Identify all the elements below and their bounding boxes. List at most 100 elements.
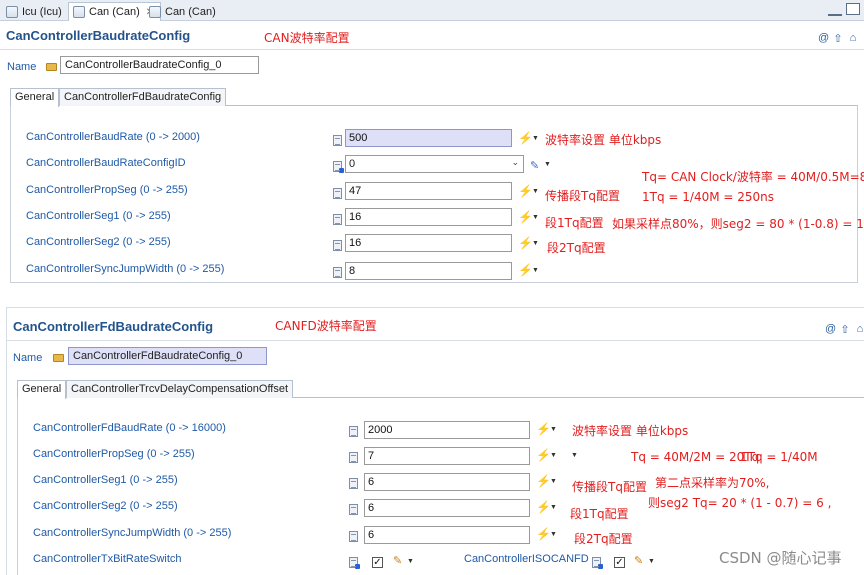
- chevron-down-icon[interactable]: ▼: [532, 240, 539, 247]
- tab-general[interactable]: General: [10, 88, 60, 107]
- param-label-seg2: CanControllerSeg2 (0 -> 255): [26, 236, 171, 248]
- chevron-down-icon[interactable]: ▼: [550, 452, 557, 459]
- note-fd-seg2-formula: 则seg2 Tq= 20 * (1 - 0.7) = 6 ,: [648, 496, 832, 510]
- home-icon[interactable]: ⌂: [855, 323, 864, 336]
- param-file-icon: [349, 504, 358, 515]
- seg1-field[interactable]: [364, 473, 530, 491]
- param-label-tx-bit-rate-switch: CanControllerTxBitRateSwitch: [33, 553, 182, 565]
- sync-jump-width-field[interactable]: [345, 262, 512, 280]
- chevron-down-icon[interactable]: ▼: [532, 214, 539, 221]
- param-label-iso-canfd: CanControllerISOCANFD: [464, 553, 589, 565]
- watermark: CSDN @随心记事: [719, 549, 842, 567]
- pick-icon[interactable]: ⚡: [518, 236, 533, 250]
- pick-icon[interactable]: ⚡: [518, 263, 533, 277]
- chevron-down-icon[interactable]: ▼: [550, 426, 557, 433]
- name-field[interactable]: [68, 347, 267, 365]
- pick-icon[interactable]: ⚡: [536, 422, 551, 436]
- chevron-down-icon[interactable]: ▼: [550, 478, 557, 485]
- annotation-canfd-baudrate: CANFD波特率配置: [275, 319, 377, 333]
- param-file-icon: [333, 214, 342, 225]
- note-fd-seg2: 段2Tq配置: [574, 532, 633, 546]
- param-file-icon: [349, 452, 358, 463]
- baudrate-field[interactable]: [345, 129, 512, 147]
- baudrate-config-id-select[interactable]: 0 ⌄: [345, 155, 524, 173]
- tab-fd-baudrate-config[interactable]: CanControllerFdBaudrateConfig: [59, 88, 227, 106]
- param-file-icon: [349, 531, 358, 542]
- seg1-field[interactable]: [345, 208, 512, 226]
- param-label-baudrate: CanControllerBaudRate (0 -> 2000): [26, 131, 200, 143]
- chevron-down-icon[interactable]: ▼: [550, 531, 557, 538]
- param-label-fd-baudrate: CanControllerFdBaudRate (0 -> 16000): [33, 422, 226, 434]
- seg2-field[interactable]: [364, 499, 530, 517]
- note-fd-tq1: 1Tq = 1/40M: [740, 450, 818, 464]
- pick-icon[interactable]: ⚡: [518, 210, 533, 224]
- param-label-sync-jump-width: CanControllerSyncJumpWidth (0 -> 255): [33, 527, 232, 539]
- param-label-seg1: CanControllerSeg1 (0 -> 255): [33, 474, 178, 486]
- module-icon: [149, 5, 161, 18]
- note-baudrate: 波特率设置 单位kbps: [545, 133, 662, 147]
- propseg-field[interactable]: [345, 182, 512, 200]
- param-file-icon: [333, 267, 342, 278]
- param-file-icon: [333, 240, 342, 251]
- seg2-field[interactable]: [345, 234, 512, 252]
- param-label-propseg: CanControllerPropSeg (0 -> 255): [26, 184, 188, 196]
- note-tq: Tq= CAN Clock/波特率 = 40M/0.5M=80Tq: [642, 170, 864, 184]
- param-file-icon: [333, 161, 344, 173]
- note-fd-baudrate: 波特率设置 单位kbps: [572, 424, 689, 438]
- note-fd-propseg: 传播段Tq配置: [572, 480, 647, 494]
- pick-icon[interactable]: ⚡: [536, 500, 551, 514]
- chevron-down-icon[interactable]: ▼: [571, 452, 578, 459]
- note-tq1: 1Tq = 1/40M = 250ns: [642, 190, 775, 204]
- editor-tab-label: Can (Can): [165, 5, 216, 18]
- pick-icon[interactable]: ⚡: [536, 527, 551, 541]
- sync-jump-width-field[interactable]: [364, 526, 530, 544]
- page-title: CanControllerFdBaudrateConfig: [13, 319, 214, 334]
- chevron-down-icon[interactable]: ▼: [532, 188, 539, 195]
- iso-canfd-checkbox[interactable]: ✓: [614, 557, 625, 568]
- tab-trcv-delay-compensation-offset[interactable]: CanControllerTrcvDelayCompensationOffset: [66, 380, 294, 398]
- param-label-seg1: CanControllerSeg1 (0 -> 255): [26, 210, 171, 222]
- pick-icon[interactable]: ⚡: [536, 448, 551, 462]
- edit-icon[interactable]: ✎: [530, 159, 539, 172]
- home-icon[interactable]: ⌂: [848, 32, 858, 45]
- tx-bit-rate-switch-checkbox[interactable]: ✓: [372, 557, 383, 568]
- pick-icon[interactable]: ⚡: [536, 474, 551, 488]
- chevron-down-icon[interactable]: ▼: [532, 267, 539, 274]
- maximize-icon[interactable]: [846, 3, 860, 15]
- editor-tab-bar: Icu (Icu) Can (Can) ✕ Can (Can): [0, 0, 864, 21]
- fd-baudrate-config-panel: CanControllerFdBaudrateConfig CANFD波特率配置…: [6, 307, 864, 575]
- folder-icon: [53, 354, 64, 362]
- fd-baudrate-field[interactable]: [364, 421, 530, 439]
- page-title: CanControllerBaudrateConfig: [6, 28, 191, 43]
- propseg-field[interactable]: [364, 447, 530, 465]
- chevron-down-icon[interactable]: ▼: [544, 161, 551, 168]
- minimize-icon[interactable]: [828, 4, 842, 16]
- name-label: Name: [7, 61, 37, 73]
- editor-tab-label: Icu (Icu): [22, 5, 62, 18]
- divider: [0, 49, 864, 50]
- chevron-down-icon[interactable]: ▼: [550, 504, 557, 511]
- help-icon[interactable]: @: [818, 32, 829, 45]
- edit-icon[interactable]: ✎: [634, 554, 643, 567]
- name-label: Name: [13, 352, 43, 364]
- edit-icon[interactable]: ✎: [393, 554, 402, 567]
- name-field[interactable]: [60, 56, 259, 74]
- annotation-can-baudrate: CAN波特率配置: [264, 31, 350, 45]
- tab-general[interactable]: General: [17, 380, 67, 399]
- module-icon: [6, 5, 18, 18]
- pick-icon[interactable]: ⚡: [518, 131, 533, 145]
- folder-icon: [46, 63, 57, 71]
- up-icon[interactable]: ⇧: [840, 323, 850, 336]
- chevron-down-icon[interactable]: ▼: [532, 135, 539, 142]
- param-file-icon: [592, 557, 603, 569]
- chevron-down-icon[interactable]: ▼: [648, 558, 655, 565]
- pick-icon[interactable]: ⚡: [518, 184, 533, 198]
- sub-tab-bar: General CanControllerFdBaudrateConfig: [10, 88, 858, 107]
- up-icon[interactable]: ⇧: [833, 32, 843, 45]
- editor-tab-icu[interactable]: Icu (Icu): [2, 2, 68, 21]
- help-icon[interactable]: @: [825, 323, 836, 336]
- header-icons: @ ⇧ ⌂: [825, 323, 864, 336]
- chevron-down-icon[interactable]: ▼: [407, 558, 414, 565]
- editor-tab-can[interactable]: Can (Can): [145, 2, 222, 21]
- param-file-icon: [349, 557, 360, 569]
